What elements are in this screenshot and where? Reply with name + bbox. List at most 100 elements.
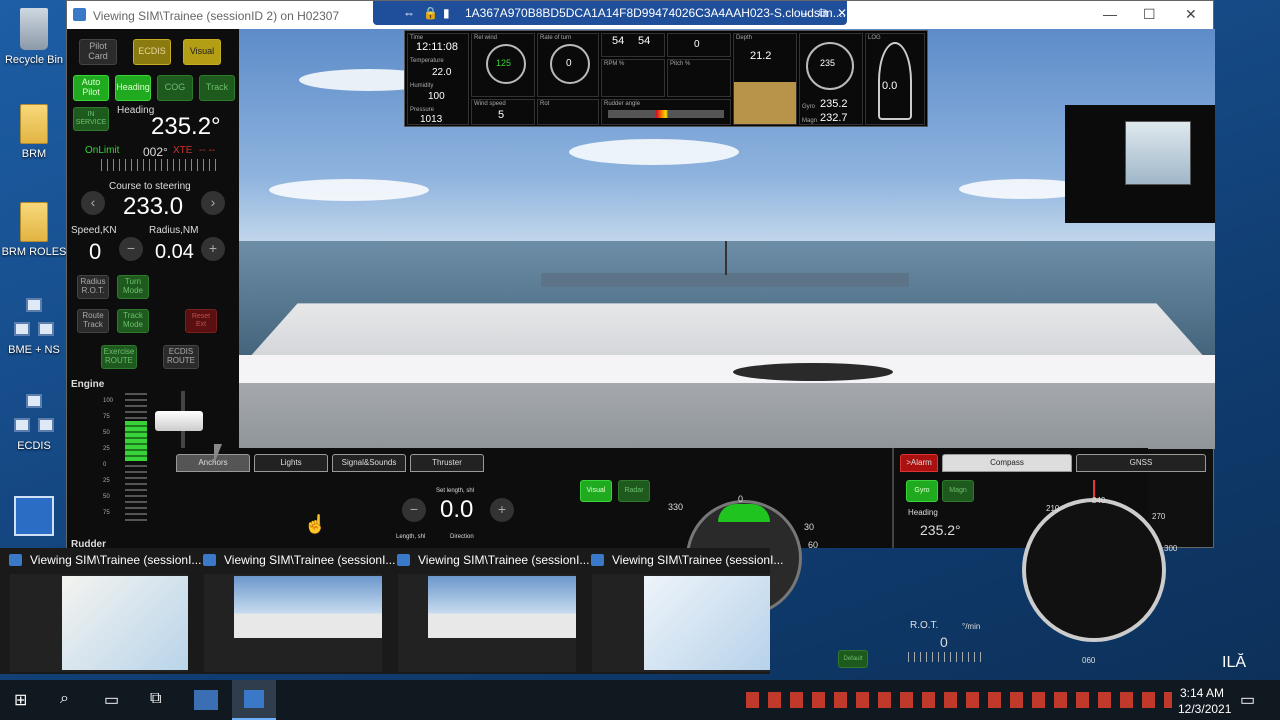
tab-compass[interactable]: Compass: [942, 454, 1072, 472]
clock-date[interactable]: 12/3/2021: [1178, 702, 1231, 716]
increase-course-button[interactable]: ›: [201, 191, 225, 215]
deck-edge: [239, 355, 1215, 383]
close-icon[interactable]: ✕: [837, 6, 847, 20]
pressure-label: Pressure: [410, 107, 435, 113]
minimize-icon[interactable]: –: [801, 6, 808, 20]
app-icon: [73, 8, 86, 21]
dial-mark: 30: [804, 522, 815, 532]
desktop-icon-brm-roles[interactable]: BRM ROLES: [0, 202, 68, 258]
tab-lights[interactable]: Lights: [254, 454, 328, 472]
heading-mode-button[interactable]: Heading: [115, 75, 151, 101]
tab-gnss[interactable]: GNSS: [1076, 454, 1206, 472]
gyro-compass-dial[interactable]: [1022, 498, 1166, 642]
task-view-icon[interactable]: ▭: [104, 690, 119, 710]
thumbnail-preview[interactable]: Viewing SIM\Trainee (sessionI...: [584, 548, 783, 674]
turn-mode-button[interactable]: Turn Mode: [117, 275, 149, 299]
decrease-length-button[interactable]: −: [402, 498, 426, 522]
reset-button[interactable]: Reset Ext: [185, 309, 217, 333]
rate-of-turn-gauge: Rate of turn 0: [537, 33, 599, 97]
simulator-app-icon[interactable]: [194, 690, 218, 710]
speed-value: 0: [89, 239, 102, 264]
cloud: [569, 139, 739, 165]
desktop-icon-label: Recycle Bin: [4, 54, 64, 66]
clock-time[interactable]: 3:14 AM: [1180, 686, 1224, 700]
remote-desktop-icon[interactable]: [14, 496, 54, 536]
close-icon[interactable]: ✕: [1185, 6, 1197, 23]
engine-rpm-cell: 54 54: [601, 33, 665, 57]
decrease-radius-button[interactable]: −: [119, 237, 143, 261]
route-track-button[interactable]: Route Track: [77, 309, 109, 333]
ecdis-route-button[interactable]: ECDIS ROUTE: [163, 345, 199, 369]
minimize-icon[interactable]: —: [1103, 6, 1117, 22]
visual-button[interactable]: Visual: [183, 39, 221, 65]
restore-icon[interactable]: ⧉: [819, 6, 828, 21]
onlimit-value: 002°: [143, 145, 168, 159]
increase-radius-button[interactable]: +: [201, 237, 225, 261]
rudder-angle-label: Rudder angle: [604, 101, 641, 107]
radius-label: Radius,NM: [149, 225, 199, 236]
cloud: [269, 179, 429, 201]
desktop-icon-recycle-bin[interactable]: Recycle Bin: [0, 8, 68, 66]
tab-signals-sounds[interactable]: Signal&Sounds: [332, 454, 406, 472]
pin-icon[interactable]: ⇔: [403, 6, 415, 20]
increase-length-button[interactable]: +: [490, 498, 514, 522]
pilot-card-button[interactable]: Pilot Card: [79, 39, 117, 65]
taskbar-thumbnail-previews: Viewing SIM\Trainee (sessionI... Viewing…: [0, 548, 783, 674]
maximize-icon[interactable]: ☐: [1143, 6, 1156, 23]
network-app-icon[interactable]: ⧉: [150, 690, 161, 708]
desktop-icon-brm[interactable]: BRM: [0, 104, 68, 160]
thumbnail-preview[interactable]: Viewing SIM\Trainee (sessionI...: [196, 548, 395, 674]
windows-start-icon[interactable]: ⊞: [14, 690, 27, 710]
desktop-icon-label: BME + NS: [8, 344, 60, 356]
xte-scale: [101, 159, 221, 171]
log-value: 0.0: [882, 80, 898, 92]
engine-label: Engine: [71, 379, 105, 390]
thumbnail-preview[interactable]: Viewing SIM\Trainee (sessionI...: [390, 548, 589, 674]
webcam-overlay: [1065, 105, 1215, 223]
dial-mark: 060: [1082, 656, 1096, 665]
ecdis-button[interactable]: ECDIS: [133, 39, 171, 65]
desktop-icon-label: BRM: [21, 148, 47, 160]
tab-alarm[interactable]: >Alarm: [900, 454, 938, 472]
radar-toggle-button[interactable]: Radar: [618, 480, 650, 502]
gyro-value: 235.2: [820, 98, 848, 110]
humidity-value: 100: [428, 91, 445, 102]
visual-toggle-button[interactable]: Visual: [580, 480, 612, 502]
brand-corner-text: ILĂ: [1222, 654, 1247, 671]
gyro-toggle-button[interactable]: Gyro: [906, 480, 938, 502]
desktop-icon-ecdis[interactable]: ECDIS: [0, 394, 68, 452]
radius-rot-button[interactable]: Radius R.O.T.: [77, 275, 109, 299]
rot-label: R.O.T.: [910, 620, 939, 631]
wind-speed-cell: Wind speed 5: [471, 99, 535, 125]
dial-mark: 270: [1152, 512, 1166, 521]
tab-anchors[interactable]: Anchors: [176, 454, 250, 472]
exercise-route-button[interactable]: Exercise ROUTE: [101, 345, 137, 369]
default-button[interactable]: Default: [838, 650, 868, 668]
notification-icon[interactable]: ▭: [1240, 690, 1255, 710]
desktop-icon-bme-ns[interactable]: BME + NS: [0, 298, 68, 356]
track-mode-button[interactable]: Track: [199, 75, 235, 101]
rot-bar-label: Rot: [540, 101, 550, 107]
tick-label: 75: [103, 510, 110, 516]
rot-scale: [908, 652, 982, 662]
engine-slider-handle[interactable]: [155, 411, 203, 431]
decrease-course-button[interactable]: ‹: [81, 191, 105, 215]
pressure-value: 1013: [420, 114, 443, 125]
app-icon: [591, 554, 604, 566]
remote-connection-bar[interactable]: ⇔ 🔒 ▮ 1A367A970B8BD5DCA1A14F8D99474026C3…: [373, 1, 847, 25]
speed-label: Speed,KN: [71, 225, 117, 236]
engine-level-fill: [125, 421, 147, 461]
thumbnail-preview[interactable]: Viewing SIM\Trainee (sessionI...: [2, 548, 201, 674]
log-label: LOG: [868, 35, 881, 41]
autopilot-button[interactable]: Auto Pilot: [73, 75, 109, 101]
direction-label: Direction: [450, 534, 474, 540]
cog-mode-button[interactable]: COG: [157, 75, 193, 101]
rel-wind-gauge: Rel wind 125: [471, 33, 535, 97]
log-cell: LOG 0.0: [865, 33, 925, 125]
tab-thruster[interactable]: Thruster: [410, 454, 484, 472]
track-mode-toggle[interactable]: Track Mode: [117, 309, 149, 333]
window-title: Viewing SIM\Trainee (sessionID 2) on H02…: [93, 9, 340, 23]
mast: [725, 241, 727, 275]
magn-toggle-button[interactable]: Magn: [942, 480, 974, 502]
search-icon[interactable]: ⌕: [60, 690, 69, 708]
